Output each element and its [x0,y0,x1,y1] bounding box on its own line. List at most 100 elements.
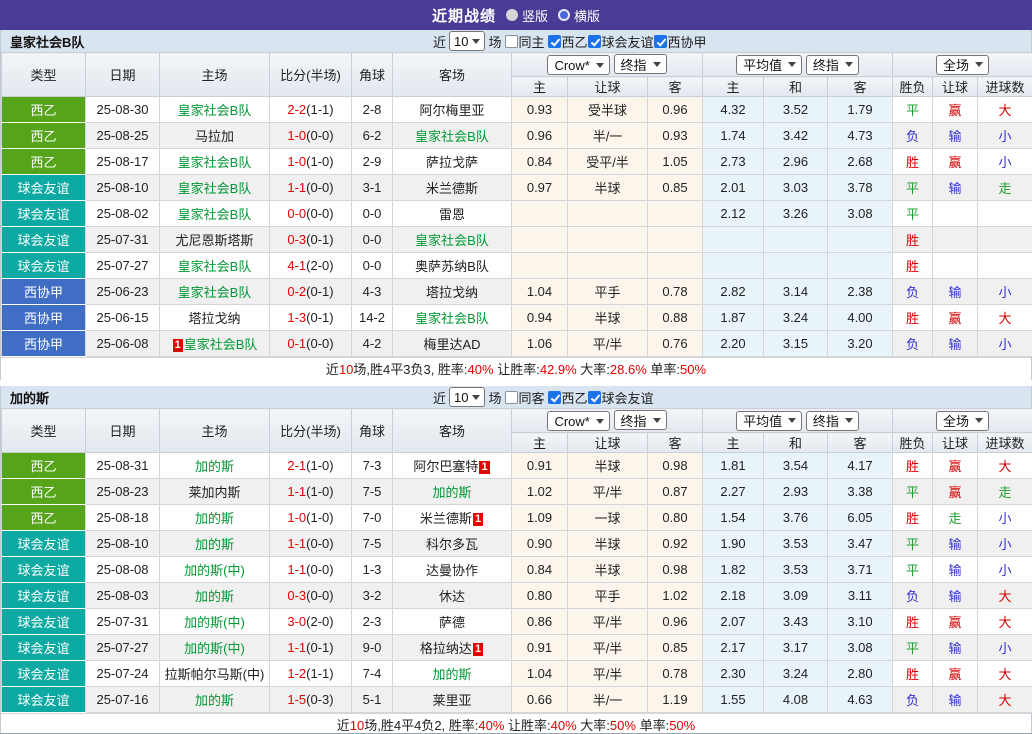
league-filter[interactable]: 西乙 [547,32,588,51]
odds-home: 0.84 [511,556,568,583]
odds-final-select[interactable]: 终指 [613,54,667,74]
avg-draw: 3.26 [763,200,828,227]
avg-draw [763,226,828,253]
record-summary: 近10场,胜4平4负2, 胜率:40% 让胜率:40% 大率:50% 单率:50… [1,713,1031,733]
radio-unchecked-icon[interactable] [505,9,518,21]
sub-header-odds-away: 客 [647,76,703,97]
same-venue-filter[interactable]: 同客 [504,388,545,407]
corner-count: 3-1 [351,174,393,201]
league-filter[interactable]: 球会友谊 [587,388,654,407]
scope-value: 全场 [943,414,970,429]
checkbox-unchecked-icon[interactable] [504,34,518,48]
corner-count: 7-4 [351,660,393,687]
record-summary: 近10场,胜4平3负3, 胜率:40% 让胜率:42.9% 大率:28.6% 单… [1,357,1031,380]
avg-source-select[interactable]: 平均值 [736,54,803,75]
scope-select[interactable]: 全场 [936,410,990,431]
avg-draw: 3.15 [763,330,828,357]
match-date: 25-08-10 [85,530,160,557]
away-team-name: 米兰德斯 [419,511,472,526]
avg-final-select[interactable]: 终指 [805,410,859,431]
avg-home: 2.30 [702,660,764,687]
result-handicap: 赢 [932,660,978,687]
result-goals: 大 [976,660,1032,687]
avg-away: 4.00 [827,304,893,331]
score-cell: 4-1(2-0) [269,252,352,279]
odds-company-select[interactable]: Crow* [547,411,610,431]
checkbox-checked-icon[interactable] [547,390,561,404]
chevron-down-icon [652,61,661,67]
home-team: 莱加内斯 [159,478,270,505]
checkbox-checked-icon[interactable] [653,34,667,48]
league-filter[interactable]: 西协甲 [653,32,707,51]
result-outcome: 胜 [892,148,933,175]
radio-checked-icon[interactable] [558,9,570,21]
summary-text: 场,胜4平4负2, 胜率: [364,718,479,733]
recent-count-select[interactable]: 10 [449,31,486,51]
layout-option-horizontal[interactable]: 横版 [558,6,600,25]
layout-option-vertical[interactable]: 竖版 [505,6,548,25]
odds-handicap: 半球 [567,556,648,583]
avg-final-select[interactable]: 终指 [805,54,859,75]
checkbox-checked-icon[interactable] [547,34,561,48]
score-cell: 1-1(0-0) [269,556,352,583]
home-team: 尤尼恩斯塔斯 [159,226,270,253]
same-venue-filter[interactable]: 同主 [504,32,545,51]
matches-table: 类型 日期 主场 比分(半场) 角球 客场 Crow* 终指 平均值 终指 全场… [1,52,1032,357]
checkbox-checked-icon[interactable] [587,34,601,48]
summary-text: 大率: [576,362,610,377]
home-team-name: 塔拉戈纳 [188,311,241,326]
odds-away: 0.85 [647,174,703,201]
chevron-down-icon [788,418,797,423]
result-handicap: 赢 [932,478,978,505]
league-filter[interactable]: 西乙 [547,388,588,407]
result-handicap: 输 [932,634,978,661]
odds-home: 1.06 [511,330,568,357]
scope-select[interactable]: 全场 [936,54,990,75]
match-date: 25-07-24 [85,660,160,687]
near-label: 近 [433,390,447,406]
avg-away: 3.38 [827,478,893,505]
league-type-badge: 球会友谊 [1,174,86,201]
checkbox-unchecked-icon[interactable] [504,390,518,404]
summary-text: 10 [338,362,354,377]
result-outcome: 平 [892,478,933,505]
league-label: 西乙 [561,34,588,50]
halftime-score: (1-1) [306,666,334,681]
avg-home: 2.73 [702,148,764,175]
league-type-badge: 球会友谊 [1,200,86,227]
radio-label-horizontal: 横版 [574,8,601,24]
avg-away: 2.68 [827,148,893,175]
result-handicap [932,200,978,227]
odds-group-header: Crow* 终指 [511,408,703,433]
away-team-name: 莱里亚 [432,693,472,708]
summary-text: 让胜率: [504,718,551,733]
match-date: 25-08-31 [85,452,160,479]
checkbox-checked-icon[interactable] [587,390,601,404]
halftime-score: (0-0) [306,588,334,603]
recent-count-select[interactable]: 10 [449,387,486,407]
score-cell: 1-1(0-0) [269,174,352,201]
away-team-name: 阿尔梅里亚 [419,103,485,118]
league-type-badge: 球会友谊 [1,634,86,661]
home-team-name: 拉斯帕尔马斯(中) [164,667,265,682]
fulltime-score: 0-3 [287,232,307,247]
league-type-badge: 球会友谊 [1,226,86,253]
corner-count: 1-3 [351,556,393,583]
result-group-header: 全场 [891,52,1032,77]
odds-company-select[interactable]: Crow* [547,55,610,75]
league-label: 西乙 [561,390,588,406]
result-handicap: 赢 [932,452,978,479]
halftime-score: (1-0) [306,458,334,473]
avg-draw: 3.54 [763,452,828,479]
corner-count: 2-9 [351,148,393,175]
league-filter[interactable]: 球会友谊 [587,32,654,51]
odds-company-value: Crow* [554,57,590,73]
odds-final-select[interactable]: 终指 [613,410,667,430]
score-cell: 0-3(0-1) [269,226,352,253]
avg-source-select[interactable]: 平均值 [736,410,803,431]
match-date: 25-07-31 [85,226,160,253]
away-team-name: 皇家社会B队 [415,233,489,248]
avg-away: 3.78 [827,174,893,201]
halftime-score: (0-1) [306,640,334,655]
page-title: 近期战绩 [431,7,496,25]
